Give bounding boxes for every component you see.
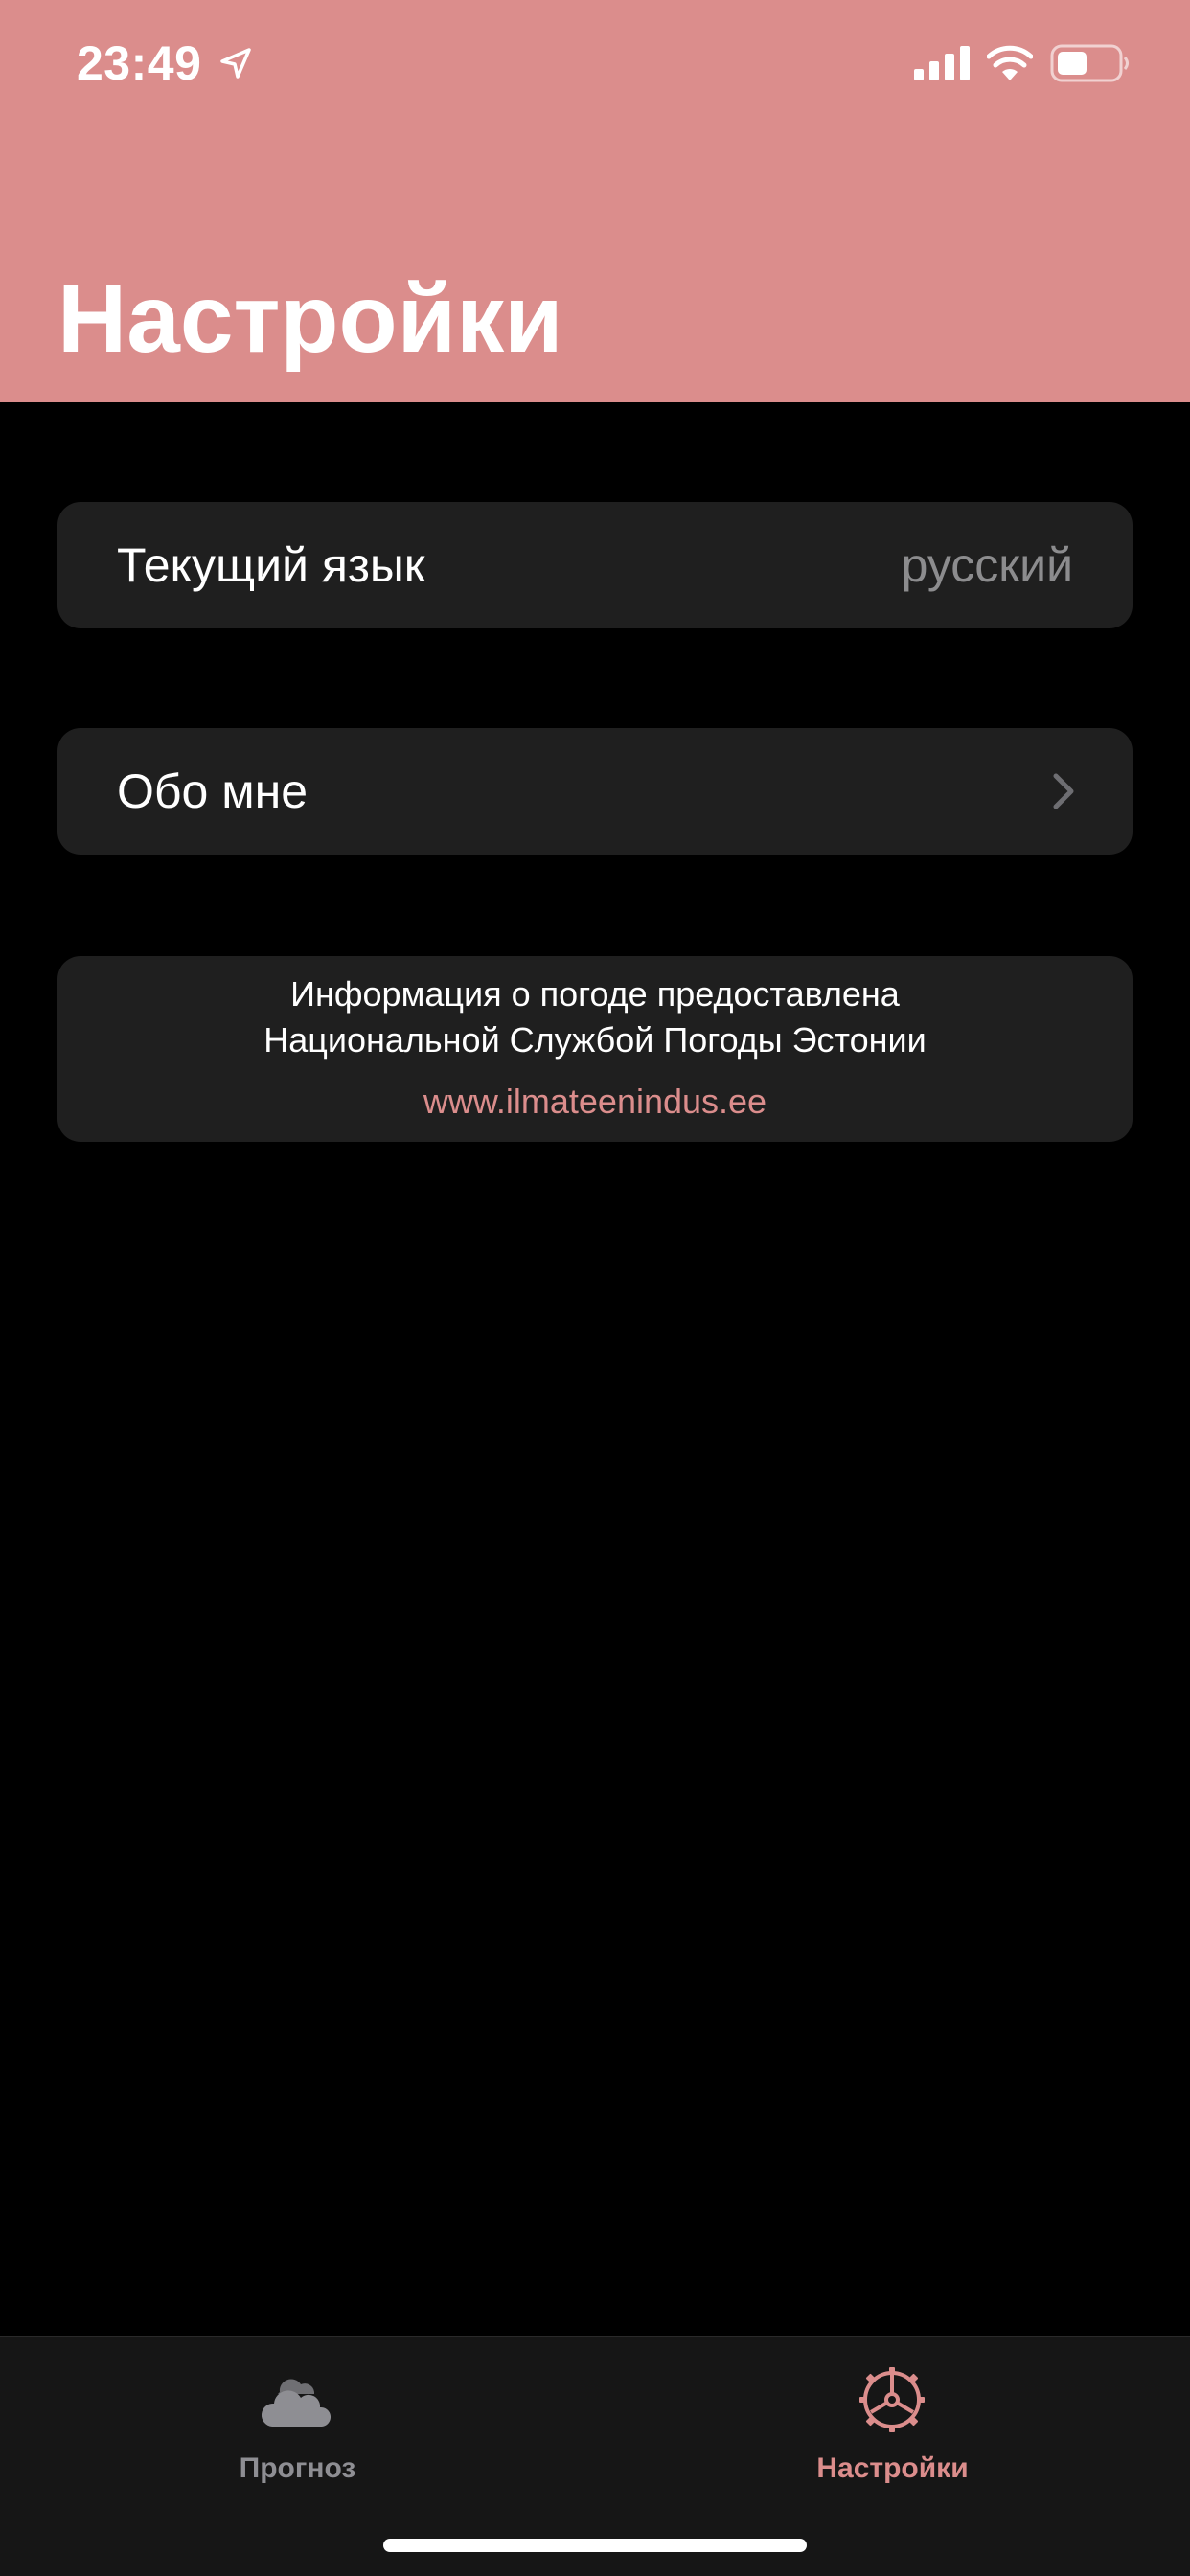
status-time: 23:49: [77, 36, 202, 90]
cellular-signal-icon: [914, 46, 970, 80]
tab-settings[interactable]: Настройки: [595, 2337, 1190, 2499]
status-bar: 23:49: [0, 0, 1190, 134]
tab-forecast[interactable]: Прогноз: [0, 2337, 595, 2499]
page-title: Настройки: [57, 265, 563, 373]
cloud-icon: [261, 2379, 332, 2427]
header: 23:49 Настройки: [0, 0, 1190, 402]
chevron-right-icon: [1053, 773, 1074, 809]
battery-icon: [1050, 44, 1129, 82]
weather-service-link[interactable]: www.ilmateenindus.ee: [57, 1079, 1133, 1125]
about-label: Обо мне: [117, 764, 309, 818]
about-row[interactable]: Обо мне: [57, 728, 1133, 855]
language-value: русский: [901, 538, 1073, 592]
info-line-2: Национальной Службой Погоды Эстонии: [263, 1020, 927, 1060]
tab-forecast-label: Прогноз: [239, 2452, 356, 2484]
gear-icon: [859, 2367, 925, 2432]
weather-info-card: Информация о погоде предоставлена Национ…: [57, 956, 1133, 1142]
home-indicator[interactable]: [383, 2539, 807, 2552]
language-label: Текущий язык: [117, 538, 425, 592]
info-line-1: Информация о погоде предоставлена: [290, 974, 900, 1014]
wifi-icon: [987, 45, 1033, 80]
language-row[interactable]: Текущий язык русский: [57, 502, 1133, 628]
tab-settings-label: Настройки: [816, 2452, 969, 2484]
location-arrow-icon: [220, 48, 251, 79]
